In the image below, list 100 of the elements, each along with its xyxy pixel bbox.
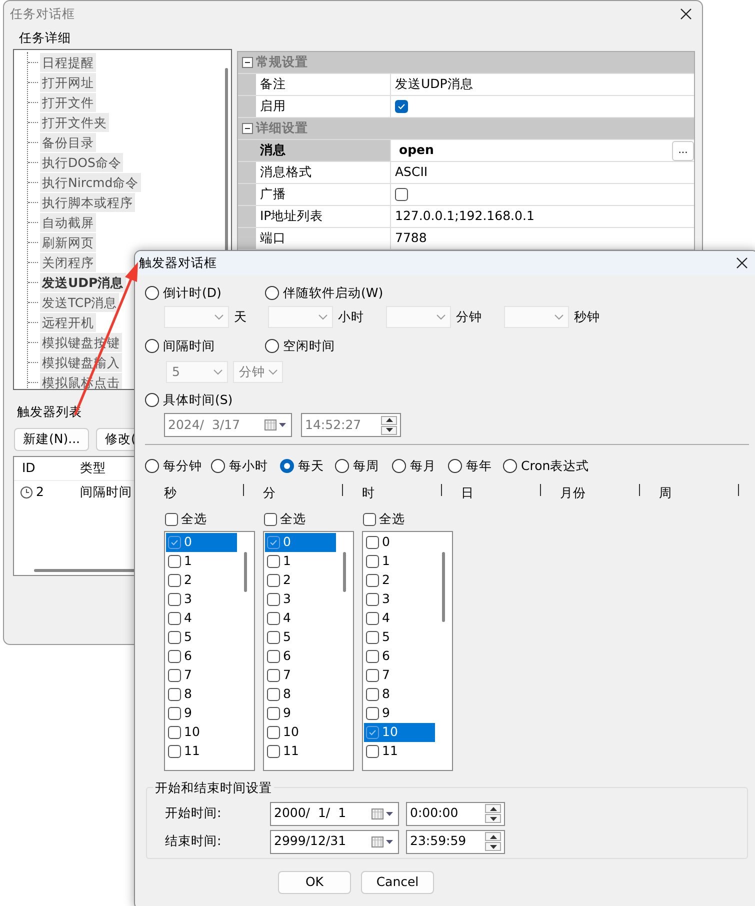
tree-item[interactable]: 备份目录 — [40, 132, 96, 152]
time-field[interactable]: 14:52:27 — [301, 413, 401, 437]
checkbox[interactable] — [267, 536, 280, 548]
checkbox[interactable] — [165, 513, 178, 526]
list-item[interactable]: 6 — [166, 646, 237, 666]
checkbox[interactable] — [168, 688, 181, 700]
radio-button[interactable]: Cron表达式 — [503, 457, 590, 476]
tree-item[interactable]: 打开文件夹 — [40, 112, 109, 132]
list-item[interactable]: 4 — [166, 608, 237, 628]
column-header[interactable]: ID — [14, 459, 72, 478]
radio-button[interactable]: 每分钟 — [145, 457, 202, 476]
tree-item[interactable]: 发送TCP消息 — [40, 292, 120, 312]
scrollbar[interactable] — [244, 552, 247, 592]
checkbox[interactable] — [366, 592, 379, 606]
checkbox[interactable] — [366, 744, 379, 758]
list-item[interactable]: 1 — [166, 552, 237, 570]
list-item[interactable]: 3 — [265, 590, 336, 608]
checkbox[interactable] — [168, 536, 181, 548]
list-item[interactable]: 4 — [265, 608, 336, 628]
checkbox[interactable] — [395, 100, 408, 113]
list-item[interactable]: 8 — [265, 684, 336, 704]
time-field[interactable]: 0:00:00 — [406, 802, 505, 826]
list-item[interactable]: 11 — [265, 742, 336, 760]
list-item[interactable]: 2 — [364, 570, 435, 590]
checkbox[interactable] — [366, 554, 379, 568]
property-name[interactable]: 消息格式 — [256, 162, 391, 183]
list-item[interactable]: 6 — [364, 646, 435, 666]
checkbox[interactable] — [168, 668, 181, 682]
checkbox[interactable] — [168, 612, 181, 624]
list-item[interactable]: 8 — [364, 684, 435, 704]
list-item[interactable]: 9 — [364, 704, 435, 722]
date-picker[interactable]: 2999/12/31 — [270, 830, 399, 854]
tree-item[interactable]: 执行脚本或程序 — [40, 192, 135, 212]
checkbox[interactable] — [168, 554, 181, 568]
checkbox[interactable] — [168, 574, 181, 586]
tree-item[interactable]: 执行DOS命令 — [40, 152, 124, 172]
dropdown[interactable]: 5 — [166, 361, 228, 383]
property-name[interactable]: 备注 — [256, 74, 391, 95]
list-item[interactable]: 11 — [364, 742, 435, 760]
date-picker[interactable]: 2024/ 3/17 — [164, 413, 292, 437]
button[interactable]: 新建(N)... — [14, 428, 90, 451]
checkbox[interactable] — [366, 668, 379, 682]
scrollbar[interactable] — [442, 552, 445, 622]
checkbox[interactable] — [366, 536, 379, 548]
checkbox[interactable] — [168, 650, 181, 662]
checkbox[interactable] — [366, 688, 379, 700]
spin-buttons[interactable] — [485, 832, 501, 851]
list-item[interactable]: 7 — [265, 666, 336, 684]
list-item[interactable]: 10 — [265, 722, 336, 742]
list-item[interactable]: 1 — [364, 552, 435, 570]
list-item[interactable]: 1 — [265, 552, 336, 570]
checkbox[interactable] — [168, 726, 181, 738]
radio-button[interactable]: 每月 — [392, 457, 436, 476]
date-picker[interactable]: 2000/ 1/ 1 — [270, 802, 399, 826]
button[interactable]: OK — [278, 870, 351, 894]
checkbox[interactable] — [366, 706, 379, 720]
radio-button[interactable]: 每天 — [280, 457, 324, 476]
radio-button[interactable]: 具体时间(S) — [145, 390, 233, 410]
checkbox[interactable] — [366, 612, 379, 624]
tree-item[interactable]: 自动截屏 — [40, 212, 96, 232]
checkbox[interactable] — [366, 630, 379, 644]
checkbox[interactable] — [168, 706, 181, 720]
tree-item[interactable]: 打开网址 — [40, 72, 96, 92]
list-item[interactable]: 11 — [166, 742, 237, 760]
checkbox[interactable] — [267, 668, 280, 682]
checkbox[interactable] — [168, 592, 181, 606]
list-item[interactable]: 0 — [265, 532, 336, 552]
tree-item[interactable]: 刷新网页 — [40, 232, 96, 252]
checkbox[interactable] — [363, 513, 376, 526]
checkbox[interactable] — [267, 744, 280, 758]
radio-button[interactable]: 每周 — [335, 457, 379, 476]
list-item[interactable]: 6 — [265, 646, 336, 666]
radio-button[interactable]: 每年 — [448, 457, 492, 476]
tree-item[interactable]: 执行Nircmd命令 — [40, 172, 141, 192]
radio-button[interactable]: 倒计时(D) — [145, 284, 222, 302]
checkbox[interactable] — [267, 612, 280, 624]
list-item[interactable]: 0 — [364, 532, 435, 552]
checkbox[interactable] — [366, 650, 379, 662]
list-item[interactable]: 5 — [364, 628, 435, 646]
list-item[interactable]: 10 — [364, 722, 435, 742]
radio-button[interactable]: 间隔时间 — [145, 336, 215, 356]
checkbox[interactable] — [264, 513, 277, 526]
time-field[interactable]: 23:59:59 — [406, 830, 505, 854]
list-item[interactable]: 3 — [166, 590, 237, 608]
checkbox[interactable] — [168, 630, 181, 644]
checkbox[interactable] — [267, 650, 280, 662]
list-item[interactable]: 5 — [265, 628, 336, 646]
list-item[interactable]: 7 — [364, 666, 435, 684]
list-item[interactable]: 0 — [166, 532, 237, 552]
checkbox[interactable] — [267, 574, 280, 586]
list-item[interactable]: 10 — [166, 722, 237, 742]
property-name[interactable]: IP地址列表 — [256, 206, 391, 227]
checkbox[interactable] — [366, 574, 379, 586]
list-item[interactable]: 8 — [166, 684, 237, 704]
checkbox[interactable] — [168, 744, 181, 758]
checkbox[interactable] — [267, 688, 280, 700]
property-name[interactable]: 端口 — [256, 228, 391, 249]
scrollbar[interactable] — [343, 552, 346, 592]
radio-button[interactable]: 空闲时间 — [265, 336, 335, 356]
tree-item[interactable]: 日程提醒 — [40, 52, 96, 72]
